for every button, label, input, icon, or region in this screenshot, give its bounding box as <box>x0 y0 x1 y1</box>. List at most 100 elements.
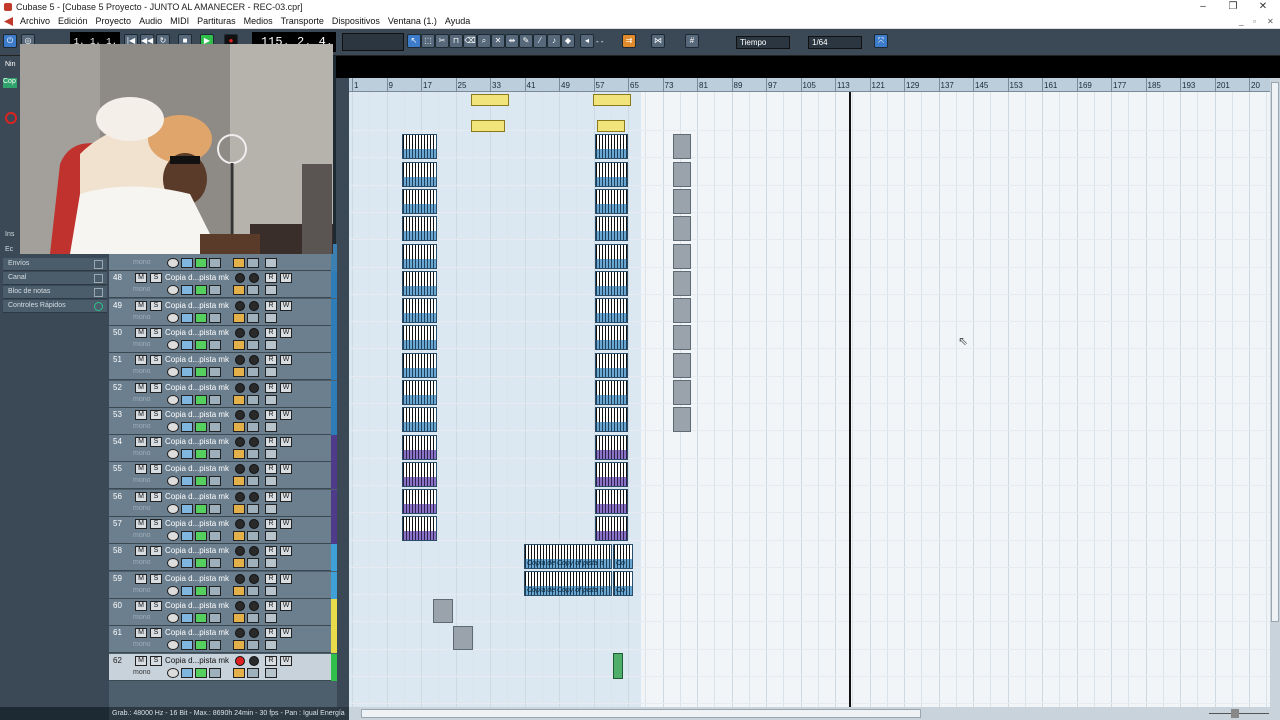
lanes-icon[interactable] <box>181 421 193 432</box>
audio-event[interactable] <box>595 325 628 350</box>
lanes-icon[interactable] <box>181 339 193 350</box>
range-selection-icon[interactable]: ⬚ <box>421 34 435 48</box>
audio-event[interactable] <box>595 244 628 269</box>
monitor-button[interactable] <box>249 382 259 393</box>
freeze-icon[interactable] <box>195 367 207 378</box>
audio-event[interactable] <box>595 298 628 323</box>
audio-event[interactable] <box>402 516 437 541</box>
monitor-button[interactable] <box>249 491 259 502</box>
track-name[interactable]: Copia d...pista mk <box>165 492 229 501</box>
track-row[interactable]: 61 M S Copia d...pista mk R Wmono <box>109 626 337 654</box>
monitor-button[interactable] <box>249 546 259 557</box>
folder-icon[interactable] <box>247 503 259 514</box>
mute-button[interactable]: M <box>135 300 147 311</box>
audio-event[interactable] <box>595 353 628 378</box>
track-row[interactable]: 50 M S Copia d...pista mk R Wmono <box>109 325 337 353</box>
lanes-icon[interactable] <box>181 640 193 651</box>
track-version-icon[interactable] <box>209 312 221 323</box>
inspector-label-copy[interactable]: Cop <box>3 78 17 88</box>
folder-icon[interactable] <box>247 312 259 323</box>
mute-button[interactable]: M <box>135 327 147 338</box>
edit-channel-icon[interactable] <box>167 394 179 405</box>
freeze-icon[interactable] <box>195 449 207 460</box>
mute-button[interactable]: M <box>135 600 147 611</box>
audio-event[interactable] <box>595 134 628 159</box>
record-enable-button[interactable] <box>235 655 245 666</box>
track-name[interactable]: Copia d...pista mk <box>165 383 229 392</box>
write-automation-button[interactable]: W <box>280 464 292 475</box>
edit-channel-icon[interactable] <box>167 312 179 323</box>
audio-event-muted[interactable] <box>673 134 691 159</box>
record-enable-button[interactable] <box>235 409 245 420</box>
audio-event-muted[interactable] <box>673 353 691 378</box>
track-row[interactable]: 52 M S Copia d...pista mk R Wmono <box>109 380 337 408</box>
freeze-icon[interactable] <box>195 339 207 350</box>
mute-button[interactable]: M <box>135 573 147 584</box>
midi-part[interactable] <box>597 120 625 132</box>
minimize-button[interactable]: – <box>1188 1 1218 13</box>
lanes-icon[interactable] <box>181 312 193 323</box>
audio-event[interactable] <box>402 353 437 378</box>
timeline-ruler[interactable]: 1 9 17 25 33 41 49 57 65 73 81 89 97 105 113 121 129 137 1… <box>349 78 1270 92</box>
split-icon[interactable]: ✂ <box>435 34 449 48</box>
read-automation-button[interactable]: R <box>265 327 277 338</box>
edit-channel-icon[interactable] <box>167 558 179 569</box>
folder-icon[interactable] <box>247 476 259 487</box>
folder-icon[interactable] <box>247 585 259 596</box>
lock-icon[interactable] <box>233 312 245 323</box>
audio-event[interactable] <box>402 325 437 350</box>
record-enable-button[interactable] <box>235 600 245 611</box>
folder-icon[interactable] <box>247 531 259 541</box>
monitor-button[interactable] <box>249 300 259 311</box>
edit-channel-icon[interactable] <box>167 585 179 596</box>
audio-event[interactable] <box>595 216 628 241</box>
solo-button[interactable]: S <box>150 573 162 584</box>
automation-icon[interactable] <box>265 285 277 296</box>
audio-event[interactable] <box>402 407 437 432</box>
freeze-icon[interactable] <box>195 503 207 514</box>
track-name[interactable]: Copia d...pista mk <box>165 519 229 528</box>
cursor-snap-icon[interactable]: ⤧ <box>874 34 888 48</box>
overview-line[interactable] <box>336 56 1280 78</box>
freeze-icon[interactable] <box>195 612 207 623</box>
audio-event-muted[interactable] <box>673 189 691 214</box>
vertical-scrollbar[interactable] <box>1270 78 1280 708</box>
write-automation-button[interactable]: W <box>280 573 292 584</box>
automation-icon[interactable] <box>265 558 277 569</box>
write-automation-button[interactable]: W <box>280 437 292 448</box>
freeze-icon[interactable] <box>195 312 207 323</box>
audio-event-muted[interactable] <box>673 271 691 296</box>
write-automation-button[interactable]: W <box>280 491 292 502</box>
automation-icon[interactable] <box>265 503 277 514</box>
record-enable-button[interactable] <box>235 327 245 338</box>
lock-icon[interactable] <box>233 394 245 405</box>
solo-button[interactable]: S <box>150 300 162 311</box>
lanes-icon[interactable] <box>181 258 193 268</box>
monitor-button[interactable] <box>249 327 259 338</box>
project-window-tools[interactable] <box>342 33 404 51</box>
mute-button[interactable]: M <box>135 437 147 448</box>
menu-midi[interactable]: MIDI <box>166 14 193 29</box>
draw-icon[interactable]: ✎ <box>519 34 533 48</box>
monitor-button[interactable] <box>249 655 259 666</box>
audio-event[interactable] <box>595 189 628 214</box>
track-version-icon[interactable] <box>209 476 221 487</box>
mute-button[interactable]: M <box>135 491 147 502</box>
mute-button[interactable]: M <box>135 519 147 529</box>
menu-transporte[interactable]: Transporte <box>277 14 328 29</box>
freeze-icon[interactable] <box>195 394 207 405</box>
folder-icon[interactable] <box>247 394 259 405</box>
read-automation-button[interactable]: R <box>265 491 277 502</box>
grid-type-select[interactable]: Tiempo <box>736 36 790 49</box>
audio-event[interactable] <box>595 162 628 187</box>
read-automation-button[interactable]: R <box>265 573 277 584</box>
close-button[interactable]: ✕ <box>1248 1 1278 13</box>
edit-channel-icon[interactable] <box>167 449 179 460</box>
write-automation-button[interactable]: W <box>280 327 292 338</box>
audio-event[interactable] <box>595 407 628 432</box>
grid-icon[interactable]: # <box>685 34 699 48</box>
mute-button[interactable]: M <box>135 655 147 666</box>
edit-channel-icon[interactable] <box>167 421 179 432</box>
freeze-icon[interactable] <box>195 531 207 541</box>
record-enable-button[interactable] <box>235 273 245 284</box>
